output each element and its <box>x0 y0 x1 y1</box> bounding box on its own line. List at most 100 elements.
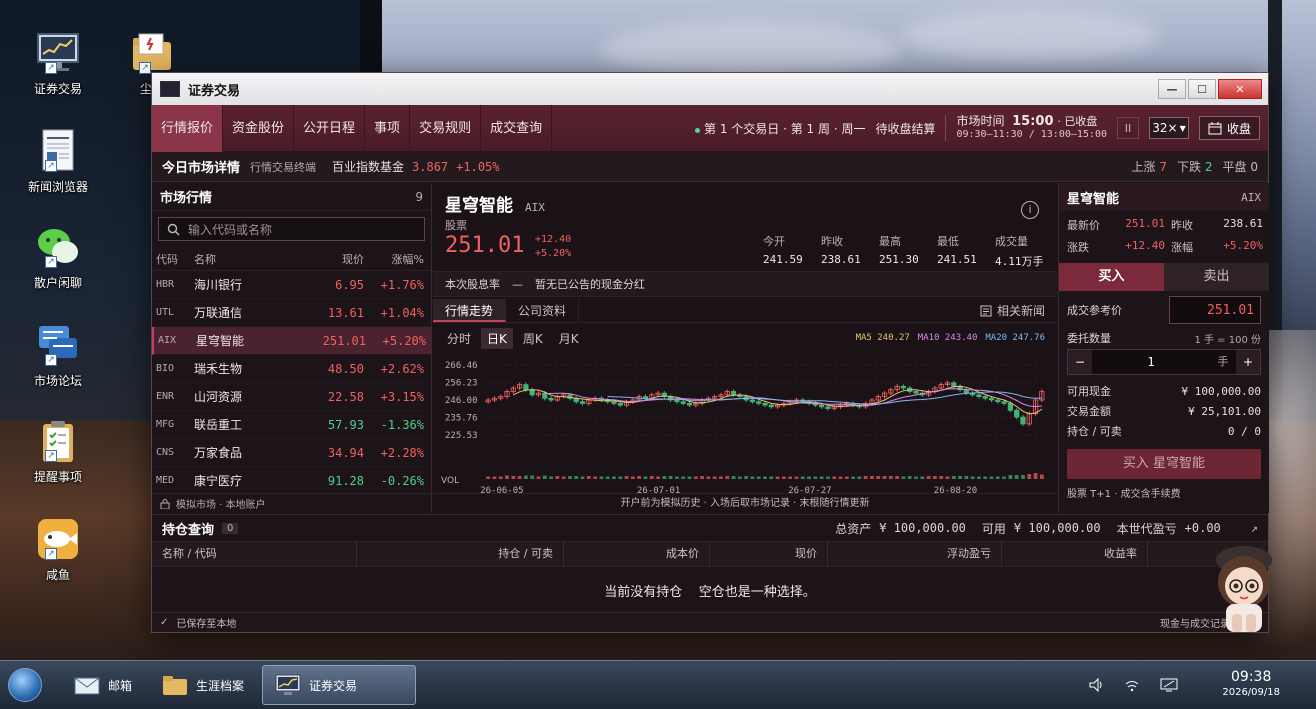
trade-panel: 星穹智能 AIX 最新价 251.01 昨收 238.61 涨跌 +12.40 涨… <box>1058 183 1269 513</box>
buy-submit-button[interactable]: 买入 星穹智能 <box>1067 449 1261 479</box>
period-intraday[interactable]: 分时 <box>441 328 477 349</box>
price-input[interactable]: 251.01 <box>1169 296 1261 324</box>
menu-funds[interactable]: 资金股份 <box>223 104 295 152</box>
x-tick-label: 26-07-27 <box>788 486 831 493</box>
qty-input[interactable]: 1 <box>1092 350 1210 374</box>
market-row-med[interactable]: MED 康宁医疗 91.28 -0.26% <box>152 467 431 495</box>
col-hold-pnl[interactable]: 浮动盈亏 <box>828 541 1002 567</box>
market-state: · 已收盘 <box>1057 115 1098 128</box>
period-daily[interactable]: 日K <box>481 328 513 349</box>
stat-0: 今开 241.59 <box>763 233 807 269</box>
col-hold-price[interactable]: 现价 <box>710 541 828 567</box>
last-value: 251.01 <box>1125 217 1165 230</box>
desktop-icon-chat[interactable]: ↗ 散户闲聊 <box>18 224 98 291</box>
market-row-bio[interactable]: BIO 瑞禾生物 48.50 +2.62% <box>152 355 431 383</box>
start-button[interactable] <box>8 668 42 702</box>
menu-quotes[interactable]: 行情报价 <box>152 104 224 152</box>
display-icon[interactable] <box>1160 677 1178 693</box>
tab-company[interactable]: 公司资料 <box>506 299 580 322</box>
market-row-enr[interactable]: ENR 山河资源 22.58 +3.15% <box>152 383 431 411</box>
period-monthly[interactable]: 月K <box>553 328 585 349</box>
speed-select[interactable]: 32× ▼ <box>1148 117 1189 139</box>
amount-label: 交易金额 <box>1067 405 1111 418</box>
market-row-mfg[interactable]: MFG 联岳重工 57.93 -1.36% <box>152 411 431 439</box>
volume-bar <box>599 476 604 479</box>
qty-decrement-button[interactable]: − <box>1068 350 1092 374</box>
taskbar-item-mail[interactable]: 邮箱 <box>62 665 144 705</box>
desktop-icon-forum[interactable]: ↗ 市场论坛 <box>18 322 98 389</box>
volume-bar <box>725 476 730 479</box>
volume-bar <box>624 476 629 479</box>
market-table-header: 代码 名称 现价 涨幅% <box>152 247 431 271</box>
folder-icon <box>163 676 188 695</box>
stock-change: +12.40 +5.20% <box>535 233 571 261</box>
expand-arrow-icon[interactable]: ↗ <box>1251 521 1258 535</box>
maximize-button[interactable]: ☐ <box>1188 79 1216 99</box>
clock-time: 09:38 <box>1231 669 1272 685</box>
col-code[interactable]: 代码 <box>156 251 194 267</box>
wifi-icon[interactable] <box>1124 677 1140 693</box>
col-hold-cost[interactable]: 成本价 <box>564 541 710 567</box>
search-placeholder: 输入代码或名称 <box>188 222 273 237</box>
ma-legend-item: MA5 240.27 <box>855 333 910 343</box>
pause-button[interactable]: II <box>1116 117 1139 139</box>
clock[interactable]: 09:38 2026/09/18 <box>1222 669 1280 701</box>
close-market-label: 收盘 <box>1226 121 1251 136</box>
candle-body <box>819 404 825 408</box>
col-hold-name[interactable]: 名称 / 代码 <box>152 541 357 567</box>
qty-increment-button[interactable]: + <box>1236 350 1260 374</box>
info-icon[interactable]: i <box>1021 201 1039 219</box>
market-time: 市场时间 15:00 · 已收盘 09:30–11:30 / 13:00–15:… <box>945 115 1107 141</box>
volume-bar <box>505 475 509 479</box>
row-name: 万联通信 <box>194 306 243 320</box>
volume-bar <box>1027 474 1032 479</box>
assistant-avatar[interactable] <box>1206 540 1282 632</box>
stat-value: 238.61 <box>821 253 861 266</box>
col-change[interactable]: 涨幅% <box>364 251 424 267</box>
col-hold-yield[interactable]: 收益率 <box>1002 541 1148 567</box>
row-change: +2.62% <box>380 361 424 376</box>
chevron-down-icon: ▼ <box>1179 123 1186 133</box>
market-row-aix[interactable]: AIX 星穹智能 251.01 +5.20% <box>152 327 431 355</box>
col-price[interactable]: 现价 <box>304 251 364 267</box>
row-change: +1.04% <box>380 305 424 320</box>
status-left: 已保存至本地 <box>176 619 237 630</box>
search-input[interactable]: 输入代码或名称 <box>158 217 425 241</box>
tab-sell[interactable]: 卖出 <box>1164 263 1269 291</box>
left-footer: 模拟市场 · 本地账户 <box>152 493 431 513</box>
desktop-icon-fish[interactable]: ↗ 咸鱼 <box>18 516 98 583</box>
desktop-icon-reminder[interactable]: ↗ 提醒事项 <box>18 418 98 485</box>
menu-rules[interactable]: 交易规则 <box>410 104 482 152</box>
volume-bar <box>926 476 931 479</box>
qty-label: 委托数量 <box>1067 332 1111 345</box>
tab-trend[interactable]: 行情走势 <box>433 299 507 322</box>
market-row-hbr[interactable]: HBR 海川银行 6.95 +1.76% <box>152 271 431 299</box>
close-button[interactable]: ✕ <box>1218 79 1262 99</box>
desktop-icon-trading[interactable]: ↗ 证券交易 <box>18 30 98 97</box>
col-hold-qty[interactable]: 持仓 / 可卖 <box>357 541 564 567</box>
menu-events[interactable]: 事项 <box>365 104 411 152</box>
volume-bar <box>977 476 981 479</box>
desktop-icon-news[interactable]: ↗ 新闻浏览器 <box>18 128 98 195</box>
menu-schedule[interactable]: 公开日程 <box>294 104 366 152</box>
status-bar: ✓ 已保存至本地 现金与成交记录可在账 <box>152 612 1268 632</box>
window-titlebar[interactable]: 证券交易 — ☐ ✕ <box>152 73 1268 105</box>
menu-trades[interactable]: 成交查询 <box>481 104 553 152</box>
candle-body <box>749 399 756 403</box>
period-weekly[interactable]: 周K <box>517 328 549 349</box>
volume-bar <box>983 476 988 479</box>
minimize-button[interactable]: — <box>1158 79 1186 99</box>
row-price: 251.01 <box>322 333 366 348</box>
tab-buy[interactable]: 买入 <box>1059 263 1164 291</box>
taskbar-item-career[interactable]: 生涯档案 <box>150 665 256 705</box>
qty-unit: 手 <box>1210 350 1236 374</box>
close-market-button[interactable]: 收盘 <box>1198 116 1260 140</box>
market-row-cns[interactable]: CNS 万家食品 34.94 +2.28% <box>152 439 431 467</box>
taskbar-item-trading[interactable]: 证券交易 <box>262 665 417 705</box>
market-row-utl[interactable]: UTL 万联通信 13.61 +1.04% <box>152 299 431 327</box>
related-news-button[interactable]: 相关新闻 <box>980 299 1057 322</box>
trade-title: 星穹智能 <box>1067 191 1120 207</box>
volume-icon[interactable] <box>1088 677 1104 693</box>
col-name[interactable]: 名称 <box>194 251 304 267</box>
lock-icon <box>160 498 170 509</box>
